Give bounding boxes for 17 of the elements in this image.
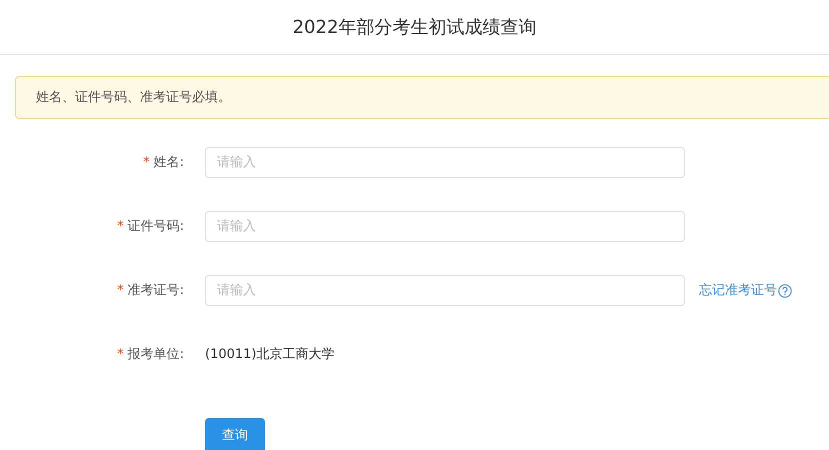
field-label: 姓名: [154,154,184,172]
required-mark: * [117,282,124,300]
required-mark: * [117,218,124,236]
field-label: 证件号码: [128,218,184,236]
forgot-link[interactable]: 忘记准考证号 [699,280,792,300]
input-field[interactable]: 请输入 [205,211,685,242]
query-button[interactable]: 查询 [205,418,265,450]
field-label: 准考证号: [128,282,184,300]
input-field[interactable]: 请输入 [205,275,685,306]
required-mark: * [143,154,150,172]
required-mark: * [117,346,124,364]
field-label: 报考单位: [128,346,184,364]
input-field[interactable]: 请输入 [205,147,685,178]
field-value: (10011)北京工商大学 [205,346,334,364]
help-icon [778,284,792,298]
notice-text: 姓名、证件号码、准考证号必填。 [36,88,231,107]
page-title: 2022年部分考生初试成绩查询 [292,16,536,40]
